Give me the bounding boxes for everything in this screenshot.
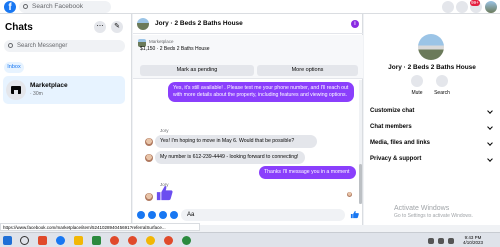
more-options-icon[interactable]: ⋯ xyxy=(94,21,106,33)
activate-windows-subtitle: Go to Settings to activate Windows. xyxy=(394,213,473,219)
conversation-thread: Jory · 2 Beds 2 Baths House i Marketplac… xyxy=(133,14,363,225)
conversation-item[interactable]: Marketplace · 30m xyxy=(3,76,125,104)
conversation-time: · 30m xyxy=(30,91,43,97)
messenger-search-input[interactable]: Search Messenger xyxy=(4,40,125,52)
section-privacy-support[interactable]: Privacy & support xyxy=(370,156,421,162)
listing-avatar[interactable] xyxy=(137,18,149,30)
tray-icon[interactable] xyxy=(428,238,434,244)
chevron-down-icon xyxy=(487,140,493,146)
scrollbar-thumb[interactable] xyxy=(359,164,362,204)
taskbar-date: 4/10/2023 xyxy=(463,240,484,245)
message-sender: Jory xyxy=(160,128,169,133)
outgoing-message: Thanks I'll message you in a moment xyxy=(259,166,356,179)
app-icon[interactable] xyxy=(38,236,47,245)
activate-windows-title: Activate Windows xyxy=(394,205,450,212)
section-chat-members[interactable]: Chat members xyxy=(370,124,412,130)
chats-title: Chats xyxy=(5,22,33,33)
listing-bar: Marketplace $1,150 · 2 Beds 2 Baths Hous… xyxy=(133,35,363,79)
search-icon[interactable] xyxy=(20,236,29,245)
search-icon xyxy=(23,4,28,9)
chevron-down-icon xyxy=(487,108,493,114)
top-bar: f Search Facebook 99+ xyxy=(0,0,500,14)
chrome-icon[interactable] xyxy=(146,236,155,245)
tray-icon[interactable] xyxy=(438,238,444,244)
tab-inbox[interactable]: Inbox xyxy=(4,62,24,73)
bell-mute-icon[interactable] xyxy=(411,75,423,87)
network-icon[interactable] xyxy=(448,238,454,244)
details-name: Jory · 2 Beds 2 Baths House xyxy=(388,64,476,71)
app-icon[interactable] xyxy=(56,236,65,245)
info-icon[interactable]: i xyxy=(351,20,359,28)
more-options-button[interactable]: More options xyxy=(257,65,358,76)
details-panel: Jory · 2 Beds 2 Baths House Mute Search … xyxy=(364,14,500,225)
chrome-icon[interactable] xyxy=(128,236,137,245)
thumbs-up-icon xyxy=(156,185,173,201)
thread-title[interactable]: Jory · 2 Beds 2 Baths House xyxy=(155,20,243,27)
messenger-icon[interactable] xyxy=(456,1,468,13)
search-placeholder: Search Facebook xyxy=(32,3,83,10)
incoming-message: My number is 612-239-4449 - looking forw… xyxy=(155,151,305,164)
listing-price-title[interactable]: $1,150 · 2 Beds 2 Baths House xyxy=(140,46,210,52)
chrome-icon[interactable] xyxy=(182,236,191,245)
notification-badge: 99+ xyxy=(470,0,480,6)
message-list: Yes, it's still available! . Please text… xyxy=(133,80,363,204)
sender-avatar[interactable] xyxy=(145,193,153,201)
facebook-logo-icon[interactable]: f xyxy=(4,1,16,13)
chrome-icon[interactable] xyxy=(164,236,173,245)
chrome-icon[interactable] xyxy=(110,236,119,245)
listing-label: Marketplace xyxy=(149,39,174,44)
search-label: Search xyxy=(434,90,450,96)
message-input[interactable]: Aa xyxy=(181,209,345,221)
app-icon[interactable] xyxy=(92,236,101,245)
sender-avatar[interactable] xyxy=(145,154,153,162)
taskbar-clock[interactable]: 9:43 PM 4/10/2023 xyxy=(463,235,483,245)
facebook-search-input[interactable]: Search Facebook xyxy=(19,1,111,13)
folder-icon[interactable] xyxy=(74,236,83,245)
image-icon[interactable] xyxy=(148,211,156,219)
chevron-down-icon xyxy=(487,124,493,130)
section-customize-chat[interactable]: Customize chat xyxy=(370,108,414,114)
mark-as-pending-button[interactable]: Mark as pending xyxy=(140,65,254,76)
search-icon xyxy=(8,43,13,48)
gif-icon[interactable] xyxy=(170,211,178,219)
taskbar: 9:43 PM 4/10/2023 xyxy=(0,232,500,247)
listing-profile-avatar[interactable] xyxy=(418,34,444,60)
thread-header: Jory · 2 Beds 2 Baths House i xyxy=(133,14,363,34)
status-url: https://www.facebook.com/marketplace/ite… xyxy=(0,223,200,231)
menu-grid-icon[interactable] xyxy=(442,1,454,13)
sender-avatar[interactable] xyxy=(145,138,153,146)
plus-icon[interactable] xyxy=(137,211,145,219)
search-icon[interactable] xyxy=(436,75,448,87)
conversation-name: Marketplace xyxy=(30,82,68,89)
chats-panel: Chats ⋯ ✎ Search Messenger Inbox Marketp… xyxy=(0,14,132,225)
like-send-icon[interactable] xyxy=(350,210,359,219)
incoming-message: Yes! I'm hoping to move in May 6. Would … xyxy=(155,135,317,148)
windows-start-icon[interactable] xyxy=(3,236,12,245)
outgoing-message: Yes, it's still available! . Please text… xyxy=(168,82,354,102)
new-message-icon[interactable]: ✎ xyxy=(111,21,123,33)
sticker-icon[interactable] xyxy=(159,211,167,219)
chevron-down-icon xyxy=(487,156,493,162)
messenger-search-placeholder: Search Messenger xyxy=(17,43,68,49)
read-receipt-avatar xyxy=(347,192,352,197)
profile-avatar[interactable] xyxy=(485,1,497,13)
marketplace-store-icon xyxy=(6,80,26,100)
section-media-files-links[interactable]: Media, files and links xyxy=(370,140,430,146)
